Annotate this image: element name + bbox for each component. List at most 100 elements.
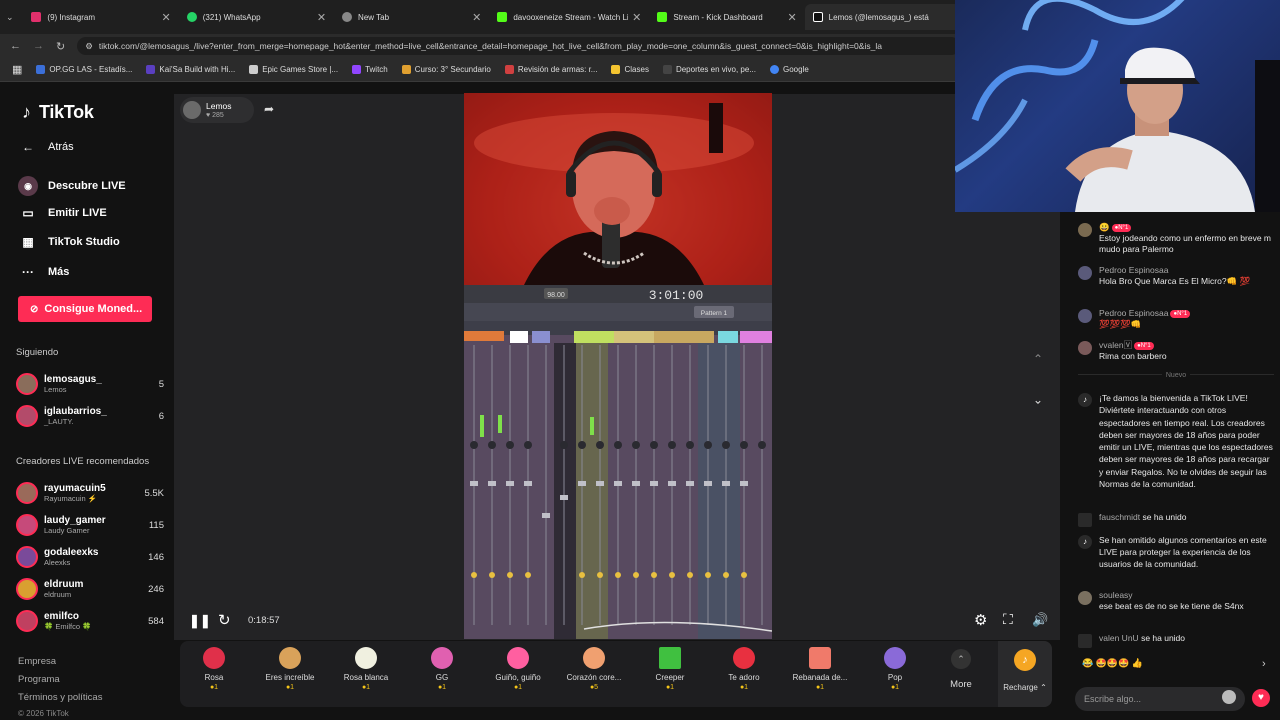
live-video[interactable]: 98.00 3:01:00 Pattern 1 bbox=[464, 93, 772, 639]
browser-tab-new[interactable]: New Tab ✕ bbox=[334, 4, 489, 30]
gift-pop[interactable]: Pop ●1 bbox=[863, 647, 927, 692]
quick-emoji-row[interactable]: 😂 🤩🤩🤩 👍 bbox=[1082, 658, 1262, 669]
following-header: Siguiendo bbox=[16, 347, 59, 358]
viewer-count: 5 bbox=[158, 378, 164, 390]
nav-go-live[interactable]: ▭ Emitir LIVE bbox=[18, 206, 107, 220]
more-gifts-button[interactable]: ⌃ More bbox=[938, 649, 984, 690]
recommended-account[interactable]: laudy_gamer Laudy Gamer 115 bbox=[16, 511, 164, 539]
gift-cost: ●1 bbox=[665, 684, 675, 691]
bookmark-kaisa[interactable]: Kai'Sa Build with Hi... bbox=[146, 65, 235, 74]
bookmark-armas[interactable]: Revisión de armas: r... bbox=[504, 65, 597, 74]
tiktok-logo[interactable]: ♪ TikTok bbox=[22, 102, 94, 123]
account-nickname: _LAUTY. bbox=[44, 416, 74, 426]
get-coins-button[interactable]: ⊘ Consigue Moned... bbox=[18, 296, 152, 322]
tab-title: New Tab bbox=[358, 12, 390, 22]
back-icon[interactable]: ← bbox=[10, 40, 21, 52]
reload-icon[interactable]: ↻ bbox=[56, 40, 65, 53]
settings-icon[interactable]: ⚙ bbox=[974, 611, 987, 629]
browser-tab-whatsapp[interactable]: (321) WhatsApp ✕ bbox=[179, 4, 334, 30]
viewer-count: 115 bbox=[148, 519, 164, 531]
close-tab-icon[interactable]: ✕ bbox=[317, 11, 326, 24]
bookmark-epic[interactable]: Epic Games Store |... bbox=[249, 65, 338, 74]
apps-icon[interactable]: ▦ bbox=[12, 63, 22, 76]
site-info-icon[interactable]: ⚙ bbox=[85, 41, 93, 52]
nav-label: Emitir LIVE bbox=[48, 207, 107, 219]
cake-icon bbox=[809, 647, 831, 669]
forward-icon[interactable]: → bbox=[33, 40, 44, 52]
nav-back[interactable]: ← Atrás bbox=[18, 140, 74, 154]
recharge-button[interactable]: ♪ Recharge ⌃ bbox=[998, 641, 1052, 707]
viewer-count: 246 bbox=[148, 583, 164, 595]
tab-list-icon[interactable]: ⌄ bbox=[6, 12, 23, 23]
gift-gg[interactable]: GG ●1 bbox=[410, 647, 474, 692]
bookmark-deportes[interactable]: Deportes en vivo, pe... bbox=[662, 65, 756, 74]
bookmark-google[interactable]: Google bbox=[769, 65, 809, 74]
replay-icon[interactable]: ↻ bbox=[218, 611, 231, 629]
heart-icon[interactable]: ♥ bbox=[1252, 689, 1270, 707]
host-chip[interactable]: Lemos ♥ 285 bbox=[180, 97, 254, 123]
footer-link-terms[interactable]: Términos y políticas bbox=[18, 692, 102, 703]
browser-tab-tiktok[interactable]: Lemos (@lemosagus_) está bbox=[804, 4, 960, 30]
bookmarks-bar: ▦ OP.GG LAS - Estadís... Kai'Sa Build wi… bbox=[0, 58, 960, 82]
nav-tiktok-studio[interactable]: ▦ TikTok Studio bbox=[18, 235, 119, 249]
bookmark-clases[interactable]: Clases bbox=[611, 65, 649, 74]
gift-te-adoro[interactable]: Te adoro ●1 bbox=[712, 647, 776, 692]
tab-title: Stream - Kick Dashboard bbox=[673, 12, 763, 22]
host-avatar bbox=[183, 101, 201, 119]
chat-input[interactable]: Escribe algo... bbox=[1075, 687, 1245, 711]
avatar bbox=[1078, 266, 1092, 280]
fullscreen-icon[interactable]: ⛶ bbox=[1003, 611, 1013, 628]
kaisa-icon bbox=[146, 65, 156, 74]
gift-creeper[interactable]: Creeper ●1 bbox=[638, 647, 702, 692]
chevron-right-icon[interactable]: › bbox=[1262, 658, 1266, 670]
gift-guino[interactable]: Guiño, guiño ●1 bbox=[486, 647, 550, 692]
recommended-account[interactable]: rayumacuin5 Rayumacuin ⚡ 5.5K bbox=[16, 479, 164, 507]
volume-icon[interactable]: 🔊 bbox=[1032, 612, 1048, 628]
share-icon[interactable]: ➦ bbox=[264, 102, 274, 116]
gift-corazon[interactable]: Corazón core... ●5 bbox=[562, 647, 626, 692]
close-tab-icon[interactable]: ✕ bbox=[162, 11, 171, 24]
tiktok-sidebar: ♪ TikTok ← Atrás ◉ Descubre LIVE ▭ Emitir LI… bbox=[0, 84, 172, 720]
following-account[interactable]: iglaubarrios_ _LAUTY. 6 bbox=[16, 402, 164, 430]
gift-name: Rosa bbox=[204, 673, 224, 682]
gift-rebanada[interactable]: Rebanada de... ●1 bbox=[788, 647, 852, 692]
footer-link-company[interactable]: Empresa bbox=[18, 656, 56, 667]
following-account[interactable]: lemosagus_ Lemos 5 bbox=[16, 370, 164, 398]
studio-icon: ▦ bbox=[22, 235, 34, 249]
gift-eres-increible[interactable]: Eres increíble ●1 bbox=[258, 647, 322, 692]
elapsed-time: 0:18:57 bbox=[248, 615, 280, 626]
address-bar[interactable]: ⚙ tiktok.com/@lemosagus_/live?enter_from_… bbox=[77, 37, 960, 55]
recommended-account[interactable]: eldruum eldruum 246 bbox=[16, 575, 164, 603]
avatar bbox=[16, 405, 38, 427]
url-text: tiktok.com/@lemosagus_/live?enter_from_m… bbox=[98, 41, 882, 51]
close-tab-icon[interactable]: ✕ bbox=[472, 11, 481, 24]
recommended-account[interactable]: godaleexks Aleexks 146 bbox=[16, 543, 164, 571]
browser-tab-kick-dashboard[interactable]: Stream - Kick Dashboard ✕ bbox=[649, 4, 804, 30]
bookmark-opgg[interactable]: OP.GG LAS - Estadís... bbox=[36, 65, 132, 74]
avatar bbox=[16, 610, 38, 632]
footer-link-program[interactable]: Programa bbox=[18, 674, 60, 685]
nav-more[interactable]: ··· Más bbox=[18, 265, 69, 279]
emoji-icon[interactable] bbox=[1222, 690, 1236, 704]
account-nickname: Rayumacuin ⚡ bbox=[44, 493, 98, 503]
twitch-icon bbox=[352, 65, 362, 74]
gg-icon bbox=[431, 647, 453, 669]
account-name: iglaubarrios_ bbox=[44, 405, 107, 417]
next-live-icon[interactable]: ⌃ bbox=[1026, 386, 1050, 406]
previous-live-icon[interactable]: ⌃ bbox=[1026, 352, 1050, 372]
gift-rosa[interactable]: Rosa ●1 bbox=[182, 647, 246, 692]
browser-nav-bar: ← → ↻ ⚙ tiktok.com/@lemosagus_/live?enter… bbox=[0, 34, 960, 58]
live-icon: ◉ bbox=[18, 176, 38, 196]
bookmark-twitch[interactable]: Twitch bbox=[352, 65, 388, 74]
browser-tab-instagram[interactable]: (9) Instagram ✕ bbox=[23, 4, 178, 30]
close-tab-icon[interactable]: ✕ bbox=[632, 11, 641, 24]
gift-rosa-blanca[interactable]: Rosa blanca ●1 bbox=[334, 647, 398, 692]
bookmark-curso[interactable]: Curso: 3° Secundario bbox=[401, 65, 491, 74]
gift-cost: ●1 bbox=[815, 684, 825, 691]
close-tab-icon[interactable]: ✕ bbox=[787, 11, 796, 24]
nav-discover-live[interactable]: ◉ Descubre LIVE bbox=[18, 176, 126, 196]
browser-tab-kick-stream[interactable]: davooxeneize Stream - Watch Live ✕ bbox=[489, 4, 649, 30]
google-icon bbox=[769, 65, 779, 74]
recommended-account[interactable]: emilfco 🍀 Emilfco 🍀 584 bbox=[16, 607, 164, 635]
pause-icon[interactable]: ❚❚ bbox=[189, 613, 211, 629]
